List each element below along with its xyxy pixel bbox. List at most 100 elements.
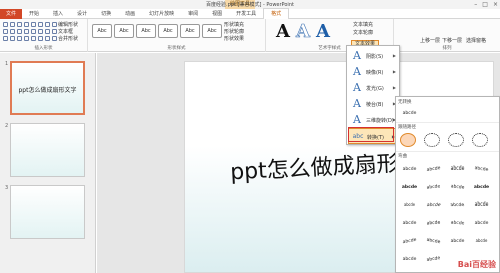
warp-tile[interactable]: abcde [423,233,444,250]
shape-style-2[interactable]: Abc [114,24,134,38]
shape-style-5[interactable]: Abc [180,24,200,38]
slide-thumbnail-1[interactable]: ppt怎么做成扇形文字 [10,61,85,115]
warp-tile[interactable]: abcde [399,253,420,266]
warp-circle-tile[interactable] [448,133,464,147]
slide-thumbnail-3[interactable] [10,185,85,239]
tab-home[interactable]: 开始 [22,9,46,19]
edit-shape-button[interactable]: 编辑形状 [58,21,78,28]
warp-tile[interactable]: abcde [471,162,492,178]
wordart-style-3[interactable]: A [316,21,330,42]
warp-tile[interactable]: abcde [422,252,445,268]
slide-number: 3 [5,185,9,191]
send-backward-button[interactable]: 下移一层 [442,37,462,44]
tab-review[interactable]: 审阅 [181,9,205,19]
warp-tile[interactable]: abcde [447,235,468,248]
bring-forward-button[interactable]: 上移一层 [420,37,440,44]
warp-tile[interactable]: abcde [471,217,492,230]
text-outline-button[interactable]: 文本轮廓 [353,29,373,36]
glow-icon: A [353,81,361,94]
group-shape-styles: Abc Abc Abc Abc Abc Abc 形状填充 形状轮廓 形状效果 形… [88,19,266,52]
slide-number: 2 [5,123,9,129]
menu-item-label: 棱台(B) [366,102,384,108]
bevel-icon: A [353,97,361,110]
close-button[interactable]: × [493,0,498,9]
tab-file[interactable]: 文件 [0,8,23,19]
warp-button-tile[interactable] [472,133,488,147]
warp-tile[interactable]: abcde [423,216,445,230]
warp-tile[interactable]: abcde [445,199,469,212]
group-label-shape-styles: 形状样式 [167,46,186,51]
wordart-style-2[interactable]: A [296,21,311,43]
chevron-right-icon: ▶ [392,69,396,74]
reflection-icon: A [353,65,361,78]
gallery-header-warp: 弯曲 [398,154,407,159]
warp-tile[interactable]: abcde [401,199,418,212]
shape-style-4[interactable]: Abc [158,24,178,38]
menu-item-glow[interactable]: A 发光(G) ▶ [348,80,399,96]
warp-tile[interactable]: abcde [447,216,469,230]
shape-outline-button[interactable]: 形状轮廓 [224,28,244,35]
selection-pane-button[interactable]: 选择窗格 [466,37,486,44]
menu-item-label: 阴影(S) [366,54,384,60]
warp-tile[interactable]: abcde [447,161,468,178]
warp-tile[interactable]: abcde [423,162,444,178]
text-fill-button[interactable]: 文本填充 [353,21,373,28]
window-title: 百度经验.ppt [兼容模式] - PowerPoint [206,2,294,8]
merge-shapes-button[interactable]: 合并形状 [58,35,78,42]
menu-item-reflection[interactable]: A 映像(R) ▶ [348,64,399,80]
warp-arch-up-tile[interactable] [400,133,416,147]
chevron-right-icon: ▶ [392,85,396,90]
menu-item-label: 映像(R) [366,70,384,76]
transform-gallery: 无转换 abcde 跟随路径 弯曲 abcde abcde abcde abcd… [395,96,500,273]
gallery-header-no-transform: 无转换 [398,100,412,105]
warp-tile[interactable]: abcde [399,217,420,230]
tab-transitions[interactable]: 切换 [94,9,118,19]
warp-tile[interactable]: abcde [446,180,468,195]
slide-thumbnail-text: ppt怎么做成扇形文字 [18,87,77,94]
warp-tile[interactable]: abcde [473,235,491,248]
menu-item-3d-rotation[interactable]: A 三维旋转(D) ▶ [348,112,399,128]
slide-number: 1 [5,61,9,67]
warp-tile[interactable]: abcde [422,180,444,195]
gallery-separator [396,122,499,123]
text-box-button[interactable]: 文本框 [58,28,73,35]
tab-view[interactable]: 视图 [205,9,229,19]
warp-tile[interactable]: abcde [471,181,492,194]
warp-none-tile[interactable]: abcde [399,107,420,120]
warp-tile[interactable]: abcde [399,181,420,194]
warp-tile[interactable]: abcde [399,163,420,176]
shadow-icon: A [353,49,361,62]
group-insert-shapes: 编辑形状 文本框 合并形状 插入形状 [0,19,88,52]
shape-style-6[interactable]: Abc [202,24,222,38]
wordart-style-1[interactable]: A [276,21,290,42]
tab-format[interactable]: 格式 [263,8,290,19]
slide-thumbnail-2[interactable] [10,123,85,177]
minimize-button[interactable]: – [474,0,477,9]
menu-item-label: 发光(G) [366,86,384,92]
menu-item-shadow[interactable]: A 阴影(S) ▶ [348,48,399,64]
gallery-separator [396,151,499,152]
group-label-arrange: 排列 [442,46,452,51]
warp-tile[interactable]: abcde [421,199,445,212]
shape-fill-button[interactable]: 形状填充 [224,21,244,28]
3d-rotation-icon: A [353,113,361,126]
ribbon-tabs: 文件 开始 插入 设计 切换 动画 幻灯片放映 审阅 视图 开发工具 格式 [0,8,500,19]
window-controls: – □ × [474,0,498,9]
warp-tile[interactable]: abcde [399,233,420,250]
tab-slideshow[interactable]: 幻灯片放映 [142,9,181,19]
warp-arch-down-tile[interactable] [424,133,440,147]
warp-tile[interactable]: abcde [471,196,492,214]
shape-style-1[interactable]: Abc [92,24,112,38]
tab-developer[interactable]: 开发工具 [229,9,263,19]
watermark-logo: Bai百经验 [457,260,496,269]
gallery-header-follow-path: 跟随路径 [398,125,416,130]
highlight-annotation-box [348,127,394,142]
shape-effects-button[interactable]: 形状效果 [224,35,244,42]
shapes-gallery[interactable] [3,22,57,42]
tab-insert[interactable]: 插入 [46,9,70,19]
tab-design[interactable]: 设计 [70,9,94,19]
shape-style-3[interactable]: Abc [136,24,156,38]
tab-animations[interactable]: 动画 [118,9,142,19]
maximize-button[interactable]: □ [482,0,488,9]
menu-item-bevel[interactable]: A 棱台(B) ▶ [348,96,399,112]
